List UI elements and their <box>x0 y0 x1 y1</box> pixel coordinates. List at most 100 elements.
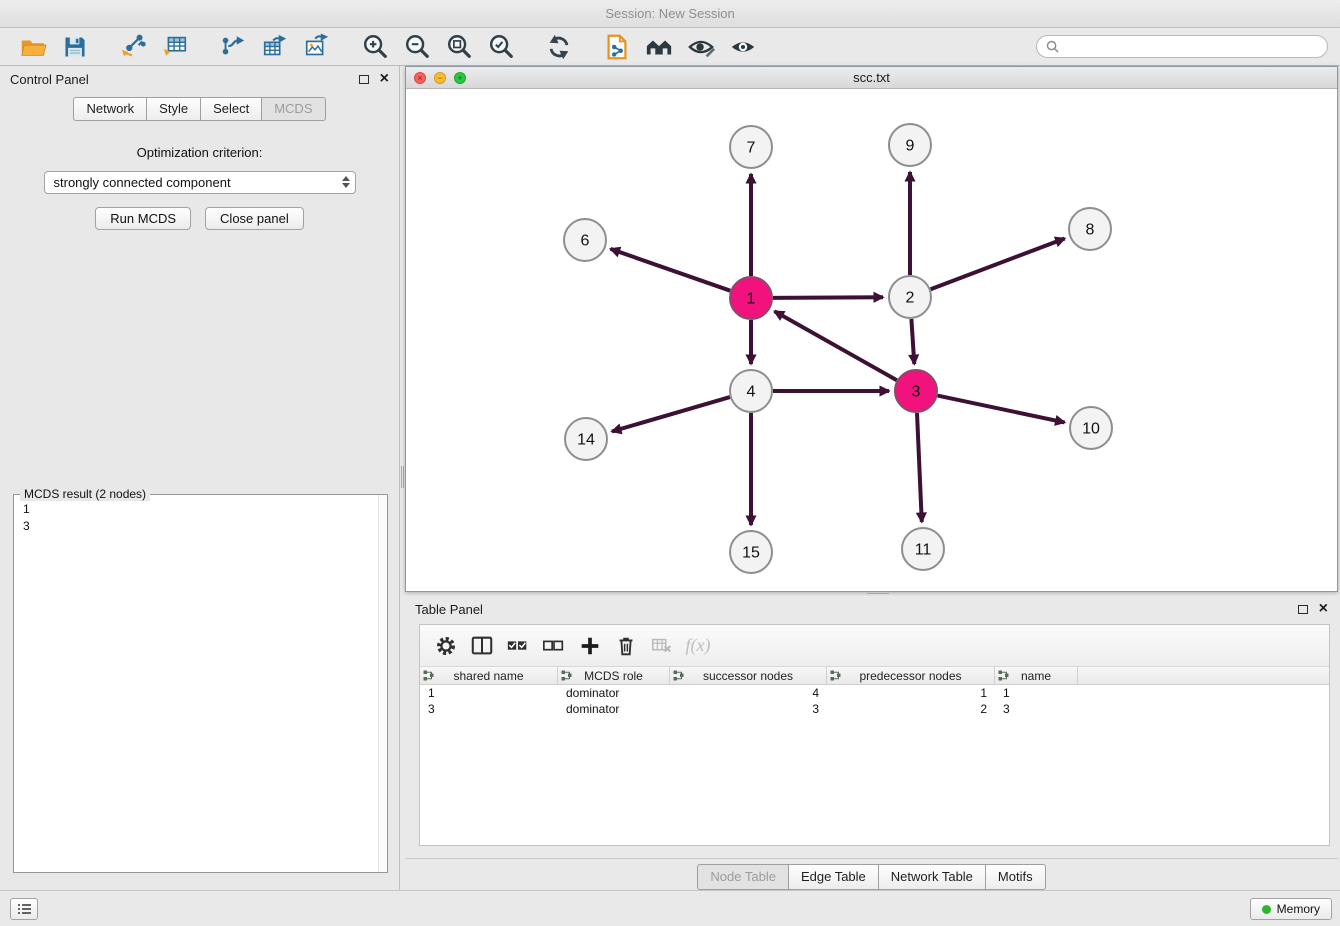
table-tab-node-table[interactable]: Node Table <box>697 864 789 890</box>
close-panel-button[interactable]: Close panel <box>205 207 304 230</box>
graph-edge-3-10[interactable] <box>938 396 1065 423</box>
graph-edge-1-2[interactable] <box>773 297 883 298</box>
column-header-label: successor nodes <box>703 669 793 683</box>
network-canvas[interactable]: 7 9 6 8 1 2 4 3 14 10 15 11 <box>406 89 1337 591</box>
toolbar-group <box>538 30 580 64</box>
network-graph[interactable]: 7 9 6 8 1 2 4 3 14 10 15 11 <box>406 89 1337 591</box>
unselect-all-columns-button[interactable] <box>536 629 572 663</box>
zoom-fit-button[interactable] <box>438 30 480 64</box>
open-file-button[interactable] <box>12 30 54 64</box>
graph-edge-1-6[interactable] <box>611 249 731 291</box>
tab-style[interactable]: Style <box>147 97 201 121</box>
table-cell[interactable]: 3 <box>995 701 1078 717</box>
column-header-filler <box>1078 667 1329 684</box>
task-list-icon <box>17 903 32 915</box>
unselect-all-columns-icon <box>542 634 566 658</box>
export-image-button[interactable] <box>296 30 338 64</box>
split-panel-button[interactable] <box>464 629 500 663</box>
task-history-button[interactable] <box>10 898 38 920</box>
delete-column-button[interactable] <box>608 629 644 663</box>
export-table-button[interactable] <box>254 30 296 64</box>
select-all-columns-button[interactable] <box>500 629 536 663</box>
graph-edge-3-1[interactable] <box>775 311 897 380</box>
column-header-shared-name[interactable]: shared name <box>420 667 558 684</box>
table-cell[interactable]: dominator <box>558 685 670 701</box>
zoom-window-button[interactable]: + <box>454 72 466 84</box>
search-input[interactable] <box>1065 39 1318 54</box>
save-session-button[interactable] <box>54 30 96 64</box>
table-cell[interactable]: 3 <box>670 701 827 717</box>
toggle-graphics-details-button[interactable] <box>722 30 764 64</box>
graph-node-1[interactable]: 1 <box>730 277 772 319</box>
minimize-window-button[interactable]: − <box>434 72 446 84</box>
refresh-layout-button[interactable] <box>538 30 580 64</box>
table-mode-gear-button[interactable] <box>428 629 464 663</box>
zoom-in-button[interactable] <box>354 30 396 64</box>
zoom-selected-icon <box>487 33 515 61</box>
graph-node-9[interactable]: 9 <box>889 124 931 166</box>
ndex-home-button[interactable] <box>638 30 680 64</box>
table-tab-edge-table[interactable]: Edge Table <box>789 864 879 890</box>
zoom-out-button[interactable] <box>396 30 438 64</box>
toolbar-group <box>12 30 96 64</box>
table-cell[interactable]: 4 <box>670 685 827 701</box>
close-table-panel-icon[interactable]: × <box>1319 603 1328 615</box>
close-window-button[interactable]: × <box>414 72 426 84</box>
import-network-file-button[interactable] <box>112 30 154 64</box>
table-cell[interactable]: 2 <box>827 701 995 717</box>
graph-node-3[interactable]: 3 <box>895 370 937 412</box>
graph-edge-2-8[interactable] <box>931 239 1065 290</box>
graph-node-8[interactable]: 8 <box>1069 208 1111 250</box>
column-header-name[interactable]: name <box>995 667 1078 684</box>
tab-select[interactable]: Select <box>201 97 262 121</box>
table-cell[interactable]: dominator <box>558 701 670 717</box>
graph-edge-4-14[interactable] <box>612 397 730 431</box>
result-scrollbar[interactable] <box>378 495 387 872</box>
import-table-file-icon <box>161 33 189 61</box>
graph-node-15[interactable]: 15 <box>730 531 772 573</box>
table-row[interactable]: 3dominator323 <box>420 701 1329 717</box>
graph-node-7[interactable]: 7 <box>730 126 772 168</box>
column-header-predecessor-nodes[interactable]: predecessor nodes <box>827 667 995 684</box>
tab-mcds[interactable]: MCDS <box>262 97 325 121</box>
graph-node-11[interactable]: 11 <box>902 528 944 570</box>
column-header-mcds-role[interactable]: MCDS role <box>558 667 670 684</box>
node-label: 9 <box>906 138 915 155</box>
memory-button[interactable]: Memory <box>1250 898 1332 920</box>
graph-node-14[interactable]: 14 <box>565 418 607 460</box>
table-cell[interactable]: 1 <box>995 685 1078 701</box>
optimization-criterion-select[interactable]: strongly connected component <box>44 171 356 194</box>
graph-node-4[interactable]: 4 <box>730 370 772 412</box>
graph-node-2[interactable]: 2 <box>889 276 931 318</box>
table-cell[interactable]: 3 <box>420 701 558 717</box>
float-panel-icon[interactable] <box>359 75 369 84</box>
export-image-icon <box>303 33 331 61</box>
node-label: 11 <box>915 542 932 559</box>
application-window: Session: New Session Control Panel × Net… <box>0 0 1340 926</box>
import-network-database-button[interactable] <box>596 30 638 64</box>
float-table-panel-icon[interactable] <box>1298 605 1308 614</box>
close-panel-icon[interactable]: × <box>380 73 389 85</box>
table-row[interactable]: 1dominator411 <box>420 685 1329 701</box>
tab-network[interactable]: Network <box>73 97 147 121</box>
zoom-selected-button[interactable] <box>480 30 522 64</box>
graph-node-10[interactable]: 10 <box>1070 407 1112 449</box>
graph-node-6[interactable]: 6 <box>564 219 606 261</box>
style-editor-button[interactable] <box>680 30 722 64</box>
search-box[interactable] <box>1036 35 1328 58</box>
table-tab-network-table[interactable]: Network Table <box>879 864 986 890</box>
delete-table-icon <box>650 634 674 658</box>
run-mcds-button[interactable]: Run MCDS <box>95 207 191 230</box>
table-cell[interactable]: 1 <box>827 685 995 701</box>
column-header-label: name <box>1021 669 1051 683</box>
table-tab-motifs[interactable]: Motifs <box>986 864 1046 890</box>
graph-edge-2-3[interactable] <box>911 319 914 364</box>
add-column-button[interactable] <box>572 629 608 663</box>
column-header-label: MCDS role <box>584 669 643 683</box>
column-header-successor-nodes[interactable]: successor nodes <box>670 667 827 684</box>
export-network-button[interactable] <box>212 30 254 64</box>
table-cell[interactable]: 1 <box>420 685 558 701</box>
graph-edge-3-11[interactable] <box>917 413 922 522</box>
import-table-file-button[interactable] <box>154 30 196 64</box>
network-window-titlebar[interactable]: ×−+ scc.txt <box>406 67 1337 89</box>
